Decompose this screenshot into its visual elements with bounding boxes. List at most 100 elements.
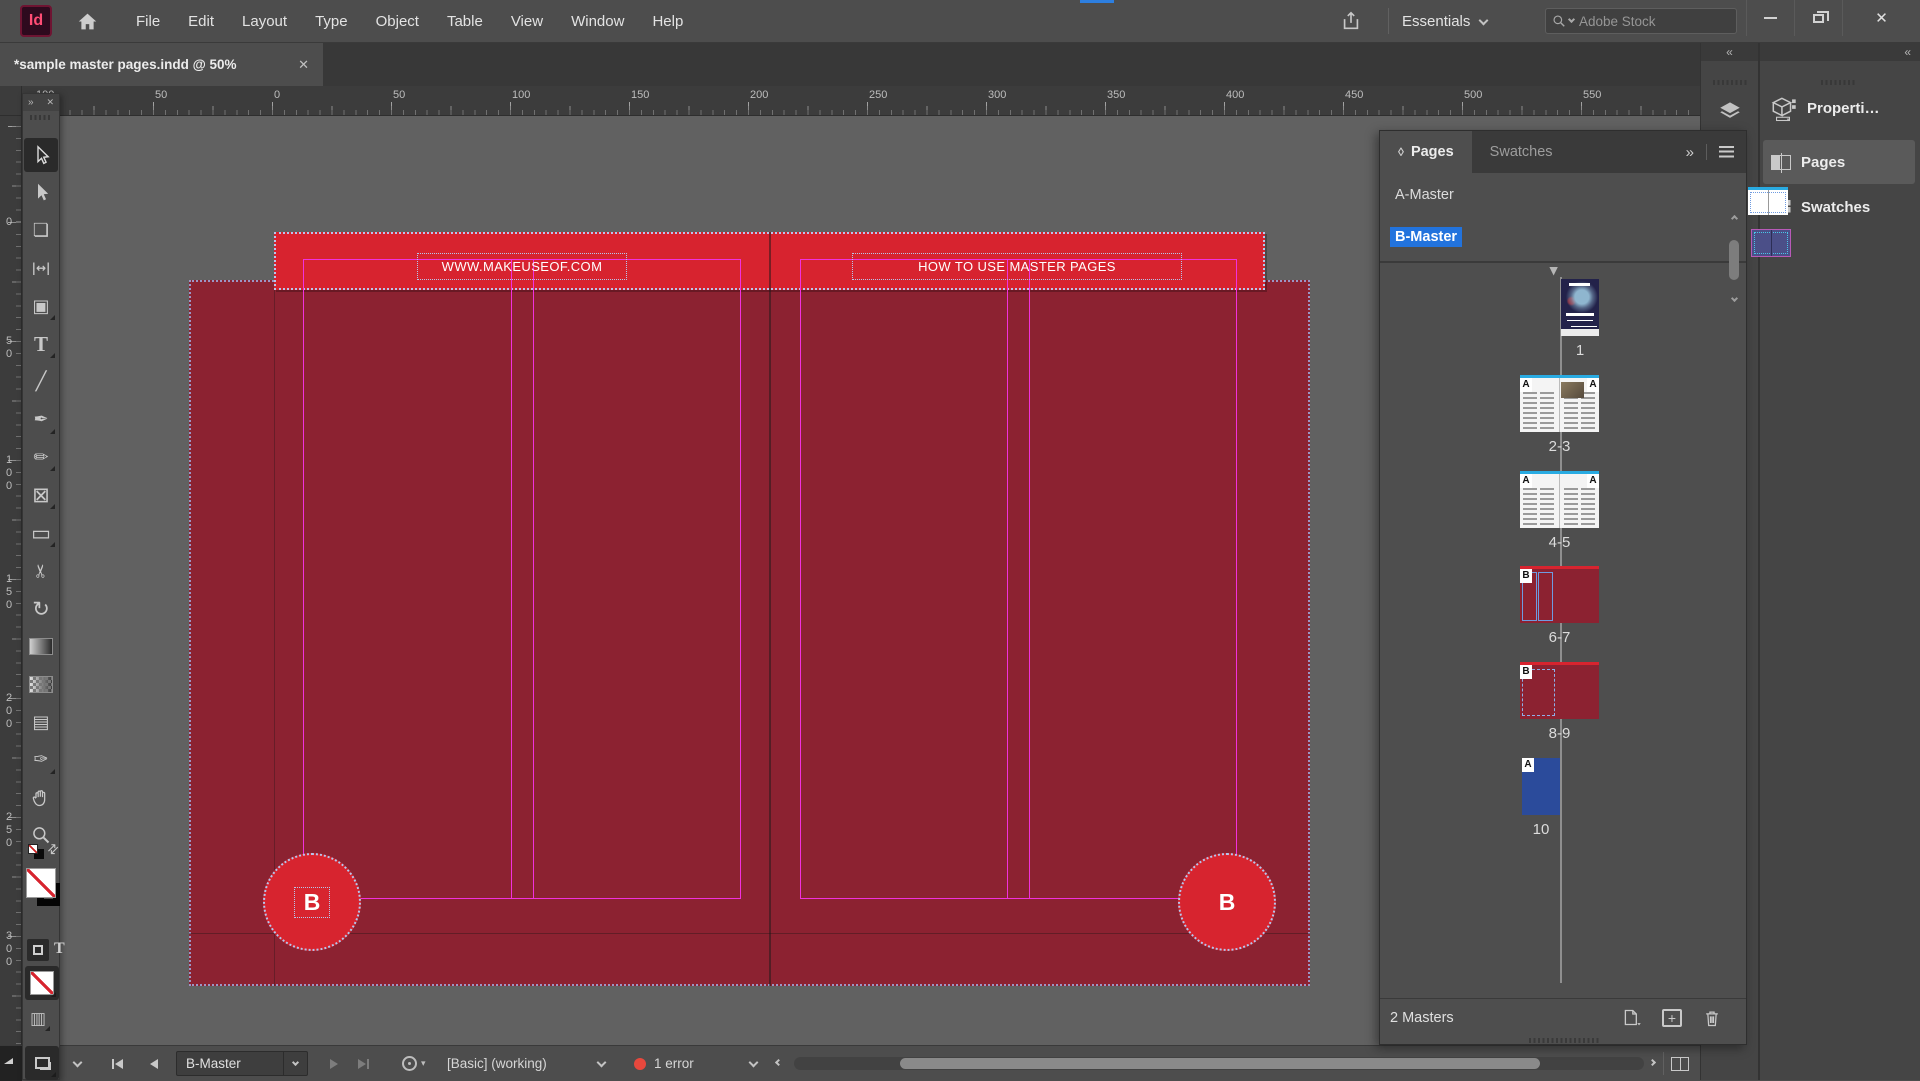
pen-tool[interactable]: ✒ (24, 403, 58, 437)
minimize-button[interactable] (1746, 0, 1793, 36)
page-thumbnail[interactable]: A (1522, 758, 1560, 815)
adobe-stock-search[interactable] (1545, 8, 1737, 34)
panel-collapse-icon[interactable]: » (1686, 144, 1694, 161)
scissors-tool[interactable]: ✂ (24, 554, 58, 588)
menu-help[interactable]: Help (638, 0, 697, 43)
page-item-10[interactable]: A10 (1380, 758, 1746, 850)
view-options-icon[interactable]: ▥ (30, 1009, 46, 1029)
apply-color-button[interactable] (25, 966, 59, 1000)
tools-close-icon[interactable]: ✕ (46, 97, 54, 108)
master-row-b[interactable]: B-Master (1380, 217, 1725, 257)
horizontal-scrollbar-track[interactable] (794, 1057, 1644, 1070)
menu-edit[interactable]: Edit (174, 0, 228, 43)
master-badge-circle-left[interactable]: B (263, 853, 361, 951)
ruler-horizontal[interactable]: 10050050100150200250300350400450500550 (22, 86, 1700, 116)
gap-tool[interactable]: |↔| (24, 251, 58, 285)
screen-mode-button[interactable] (25, 1046, 59, 1080)
pages-panel-dock-button[interactable]: Pages (1763, 140, 1915, 184)
line-tool[interactable]: ╱ (24, 365, 58, 399)
workspace-switcher[interactable]: Essentials (1402, 0, 1487, 43)
horizontal-scrollbar-thumb[interactable] (900, 1058, 1540, 1069)
menu-object[interactable]: Object (362, 0, 433, 43)
page-item-8-9[interactable]: B8-9 (1380, 662, 1746, 754)
page-item-6-7[interactable]: B6-7 (1380, 566, 1746, 658)
pencil-tool[interactable]: ✏ (24, 440, 58, 474)
right-page-header-text-frame[interactable]: HOW TO USE MASTER PAGES (852, 253, 1182, 280)
document-tab-close-icon[interactable]: ✕ (298, 57, 309, 73)
menu-file[interactable]: File (122, 0, 174, 43)
direct-selection-tool[interactable] (24, 176, 58, 210)
preflight-profile-dropdown-icon[interactable] (598, 1046, 605, 1081)
ruler-origin-corner[interactable] (0, 86, 22, 116)
tab-swatches[interactable]: Swatches (1472, 131, 1571, 173)
hand-tool[interactable] (24, 781, 58, 815)
home-icon[interactable] (70, 5, 104, 37)
master-row-a[interactable]: A-Master (1380, 175, 1725, 215)
gradient-feather-tool[interactable] (24, 667, 58, 701)
menu-type[interactable]: Type (301, 0, 362, 43)
page-thumbnail[interactable]: AA (1520, 471, 1599, 528)
selection-tool[interactable] (24, 138, 58, 172)
close-button[interactable]: ✕ (1842, 0, 1920, 36)
eyedropper-tool[interactable]: ✑ (24, 743, 58, 777)
page-item-4-5[interactable]: AA4-5 (1380, 471, 1746, 563)
formatting-affects-text-button[interactable]: T (54, 940, 65, 958)
delete-page-icon[interactable] (1702, 1008, 1722, 1028)
page-thumbnail[interactable]: AA (1520, 375, 1599, 432)
panel-resize-grip[interactable] (1529, 1038, 1599, 1043)
page-tool[interactable]: ❏ (24, 214, 58, 248)
preflight-menu[interactable]: ▾ (402, 1046, 426, 1081)
panel-menu-icon[interactable] (1719, 146, 1734, 158)
document-tab[interactable]: *sample master pages.indd @ 50% ✕ (0, 43, 323, 86)
ruler-vertical[interactable]: 050100150200250300 (0, 116, 22, 1045)
master-badge-circle-right[interactable]: B (1178, 853, 1276, 951)
default-fill-stroke-icon[interactable] (28, 844, 46, 860)
menu-layout[interactable]: Layout (228, 0, 301, 43)
next-page-button[interactable] (330, 1046, 338, 1081)
menu-table[interactable]: Table (433, 0, 497, 43)
note-tool[interactable]: ▤ (24, 705, 58, 739)
first-page-button[interactable] (112, 1046, 123, 1081)
dock-collapse-left[interactable]: « (1701, 43, 1758, 61)
layers-panel-button[interactable] (1711, 93, 1748, 129)
tools-grip-handle[interactable] (30, 115, 52, 120)
edit-page-size-icon[interactable] (1621, 1007, 1642, 1028)
indesign-app-icon[interactable]: Id (20, 5, 52, 37)
spread-view-button[interactable] (1671, 1046, 1689, 1081)
page-selector-dropdown[interactable]: B-Master (176, 1051, 308, 1076)
left-page-header-text-frame[interactable]: WWW.MAKEUSEOF.COM (417, 253, 627, 280)
formatting-affects-container-button[interactable] (27, 939, 49, 961)
type-tool[interactable]: T (24, 327, 58, 361)
master-thumbnail[interactable] (1748, 187, 1788, 215)
last-page-button[interactable] (358, 1046, 369, 1081)
share-icon[interactable] (1335, 6, 1367, 36)
content-collector-tool[interactable]: ▣ (24, 289, 58, 323)
previous-page-button[interactable] (150, 1046, 158, 1081)
dock-grip-handle[interactable] (1821, 80, 1855, 85)
page-item-1[interactable]: 1 (1380, 279, 1746, 371)
gradient-swatch-tool[interactable] (24, 629, 58, 663)
scroll-right-arrow[interactable] (1650, 1046, 1655, 1081)
menu-view[interactable]: View (497, 0, 557, 43)
page-thumbnail[interactable]: B (1520, 566, 1599, 623)
page-thumbnail[interactable] (1561, 279, 1599, 336)
scroll-up-icon[interactable] (1730, 215, 1737, 222)
dock-collapse-right[interactable]: « (1760, 43, 1920, 61)
tab-pages[interactable]: ◊ Pages (1380, 131, 1472, 173)
master-thumbnail[interactable] (1751, 229, 1791, 257)
view-dropdown-icon[interactable] (74, 1046, 81, 1081)
rectangle-frame-tool[interactable]: ⊠ (24, 478, 58, 512)
dock-grip-handle[interactable] (1713, 80, 1747, 85)
rectangle-tool[interactable]: ▭ (24, 516, 58, 550)
properties-panel-button[interactable]: Properti… (1767, 88, 1915, 128)
restore-button[interactable] (1794, 0, 1841, 36)
fill-swatch[interactable] (26, 868, 56, 898)
error-dropdown-icon[interactable] (750, 1046, 757, 1081)
stock-search-input[interactable] (1577, 13, 1707, 30)
page-thumbnail[interactable]: B (1520, 662, 1599, 719)
menu-window[interactable]: Window (557, 0, 638, 43)
create-new-page-icon[interactable]: + (1662, 1009, 1682, 1027)
scroll-left-arrow[interactable] (776, 1046, 781, 1081)
page-item-2-3[interactable]: AA2-3 (1380, 375, 1746, 467)
free-transform-tool[interactable]: ↻ (24, 592, 58, 626)
